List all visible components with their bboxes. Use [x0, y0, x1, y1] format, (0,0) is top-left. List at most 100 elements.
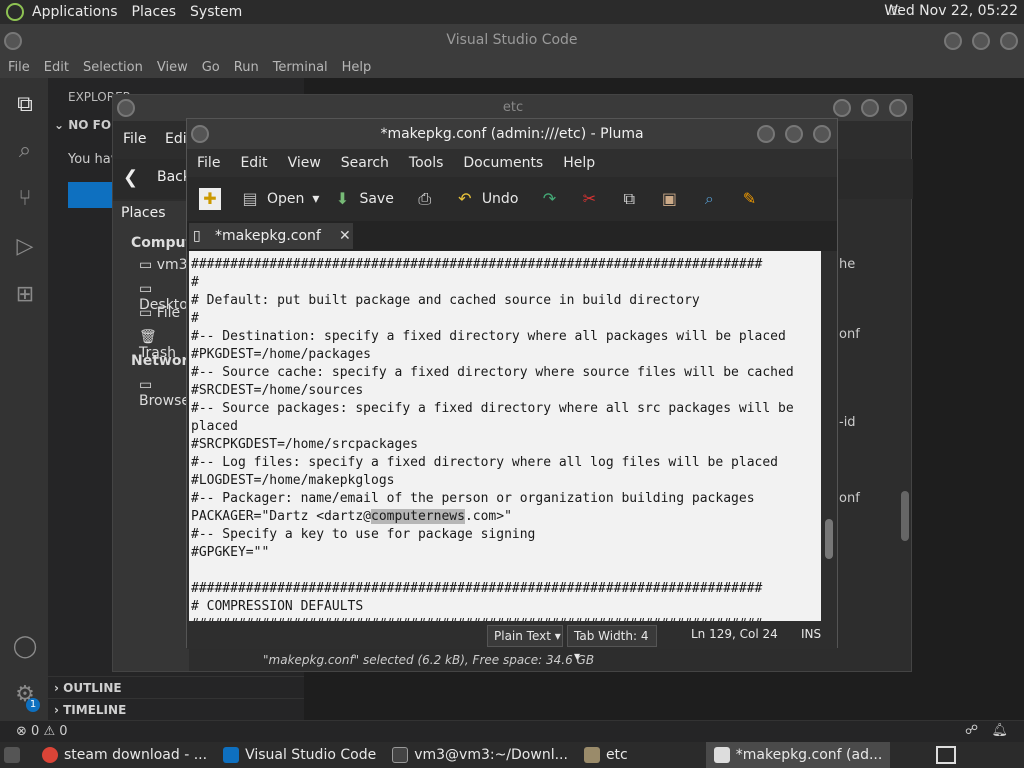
- pluma-menu-view[interactable]: View: [288, 155, 321, 171]
- line: #SRCPKGDEST=/home/srcpackages: [191, 437, 418, 452]
- line-tail: .com>": [464, 509, 512, 524]
- clock[interactable]: Wed Nov 22, 05:22: [884, 3, 1018, 19]
- applications-menu[interactable]: Applications: [32, 4, 118, 20]
- task-vscode-label: Visual Studio Code: [245, 747, 377, 763]
- run-debug-icon[interactable]: ▷: [12, 234, 38, 260]
- fm-file-label-2[interactable]: onf: [839, 327, 860, 342]
- places-dropdown[interactable]: Places: [121, 205, 166, 221]
- vscode-menu-selection[interactable]: Selection: [83, 60, 143, 75]
- source-control-icon[interactable]: ⑂: [12, 186, 38, 212]
- pluma-menu-edit[interactable]: Edit: [240, 155, 267, 171]
- vscode-titlebar: Visual Studio Code: [0, 24, 1024, 56]
- system-menu[interactable]: System: [190, 4, 242, 20]
- vscode-menu-go[interactable]: Go: [202, 60, 220, 75]
- open-button[interactable]: ▤ Open: [239, 188, 304, 210]
- explorer-icon[interactable]: ⧉: [12, 92, 38, 118]
- editor-scroll-thumb[interactable]: [825, 519, 833, 559]
- editor-scrollbar[interactable]: [821, 251, 835, 621]
- cut-button[interactable]: ✂: [578, 188, 606, 210]
- save-button[interactable]: ⬇ Save: [331, 188, 394, 210]
- fm-close-button[interactable]: [889, 99, 907, 127]
- vscode-menu-file[interactable]: File: [8, 60, 30, 75]
- text-editor[interactable]: ########################################…: [189, 251, 821, 621]
- undo-icon: ↶: [458, 189, 472, 208]
- task-chrome[interactable]: steam download - ...: [34, 742, 215, 768]
- vscode-menu-run[interactable]: Run: [234, 60, 259, 75]
- line: #PKGDEST=/home/packages: [191, 347, 372, 362]
- vscode-menu-view[interactable]: View: [157, 60, 188, 75]
- undo-button[interactable]: ↶ Undo: [454, 188, 518, 210]
- open-recent-dropdown[interactable]: ▾: [312, 191, 319, 207]
- vscode-menu-help[interactable]: Help: [342, 60, 372, 75]
- mate-logo-icon[interactable]: [6, 3, 24, 21]
- tab-width-dropdown[interactable]: Tab Width: 4 ▾: [567, 625, 657, 663]
- save-label: Save: [359, 191, 394, 207]
- pluma-menu-file[interactable]: File: [197, 155, 220, 171]
- timeline-label: TIMELINE: [63, 703, 127, 717]
- vscode-icon: [223, 747, 240, 763]
- pluma-menu-documents[interactable]: Documents: [463, 155, 543, 171]
- pluma-menu-search[interactable]: Search: [341, 155, 389, 171]
- task-chrome-label: steam download - ...: [64, 747, 208, 763]
- fm-maximize-button[interactable]: [861, 99, 879, 127]
- line: ########################################…: [191, 581, 763, 596]
- outline-label: OUTLINE: [63, 681, 122, 695]
- places-menu[interactable]: Places: [132, 4, 177, 20]
- new-button[interactable]: ✚: [199, 188, 227, 210]
- task-etc[interactable]: etc: [576, 742, 636, 768]
- line: #SRCDEST=/home/sources: [191, 383, 364, 398]
- open-label: Open: [267, 191, 305, 207]
- paste-button[interactable]: ▣: [658, 188, 686, 210]
- place-filesystem[interactable]: ▭ File: [139, 305, 180, 321]
- document-tab[interactable]: ▯ *makepkg.conf ✕: [189, 223, 353, 249]
- task-terminal-label: vm3@vm3:~/Downl...: [414, 747, 568, 763]
- replace-button[interactable]: ✎: [738, 188, 766, 210]
- line: #GPGKEY="": [191, 545, 270, 560]
- feedback-icon[interactable]: ☍: [965, 723, 978, 738]
- line: #LOGDEST=/home/makepkglogs: [191, 473, 395, 488]
- pluma-menu-help[interactable]: Help: [563, 155, 595, 171]
- redo-button[interactable]: ↷: [538, 188, 566, 210]
- extensions-icon[interactable]: ⊞: [12, 282, 38, 308]
- task-vscode[interactable]: Visual Studio Code: [215, 742, 384, 768]
- search-icon[interactable]: ⌕: [12, 138, 38, 164]
- find-button[interactable]: ⌕: [698, 188, 726, 210]
- fm-file-label-3[interactable]: -id: [839, 415, 856, 430]
- vscode-title: Visual Studio Code: [446, 32, 578, 48]
- bell-icon[interactable]: 🔔︎: [991, 723, 1008, 738]
- vscode-menu-terminal[interactable]: Terminal: [273, 60, 328, 75]
- search-icon: ⌕: [704, 189, 714, 208]
- fm-file-label-1[interactable]: he: [839, 257, 855, 272]
- pluma-menu-tools[interactable]: Tools: [409, 155, 444, 171]
- fm-scrollbar[interactable]: [899, 231, 911, 643]
- workspace-switcher[interactable]: [936, 746, 956, 764]
- line: #-- Packager: name/email of the person o…: [191, 491, 755, 506]
- place-vm3[interactable]: ▭ vm3: [139, 257, 188, 273]
- task-terminal[interactable]: vm3@vm3:~/Downl...: [384, 742, 576, 768]
- account-icon[interactable]: ◯: [12, 634, 38, 660]
- editor-text[interactable]: ########################################…: [189, 251, 821, 621]
- fm-left-button[interactable]: [117, 99, 135, 127]
- tab-width-label: Tab Width: 4: [574, 629, 649, 643]
- line: #-- Source packages: specify a fixed dir…: [191, 401, 794, 416]
- vscode-menu-edit[interactable]: Edit: [44, 60, 69, 75]
- outline-section[interactable]: › OUTLINE: [48, 676, 304, 698]
- copy-button[interactable]: ⧉: [618, 188, 646, 210]
- desktop-icon: [4, 747, 20, 763]
- fm-scroll-thumb[interactable]: [901, 491, 909, 541]
- task-pluma[interactable]: *makepkg.conf (ad...: [705, 742, 891, 768]
- warnings-count: 0: [59, 724, 68, 739]
- vscode-statusbar: ⊗ 0 ⚠ 0 ☍ 🔔︎: [0, 720, 1024, 742]
- fm-menu-file[interactable]: File: [123, 131, 146, 147]
- print-button[interactable]: ⎙: [414, 188, 442, 210]
- open-icon: ▤: [242, 189, 258, 208]
- errors-indicator[interactable]: ⊗ 0 ⚠ 0: [16, 724, 68, 739]
- close-icon[interactable]: ✕: [339, 223, 351, 249]
- cursor-position: Ln 129, Col 24: [691, 627, 778, 641]
- fm-file-label-4[interactable]: onf: [839, 491, 860, 506]
- show-desktop-button[interactable]: [0, 742, 34, 768]
- language-dropdown[interactable]: Plain Text ▾: [487, 625, 563, 647]
- back-arrow-icon[interactable]: ❮: [123, 167, 138, 188]
- place-browse-network[interactable]: ▭ Browse: [139, 377, 190, 409]
- timeline-section[interactable]: › TIMELINE: [48, 698, 304, 720]
